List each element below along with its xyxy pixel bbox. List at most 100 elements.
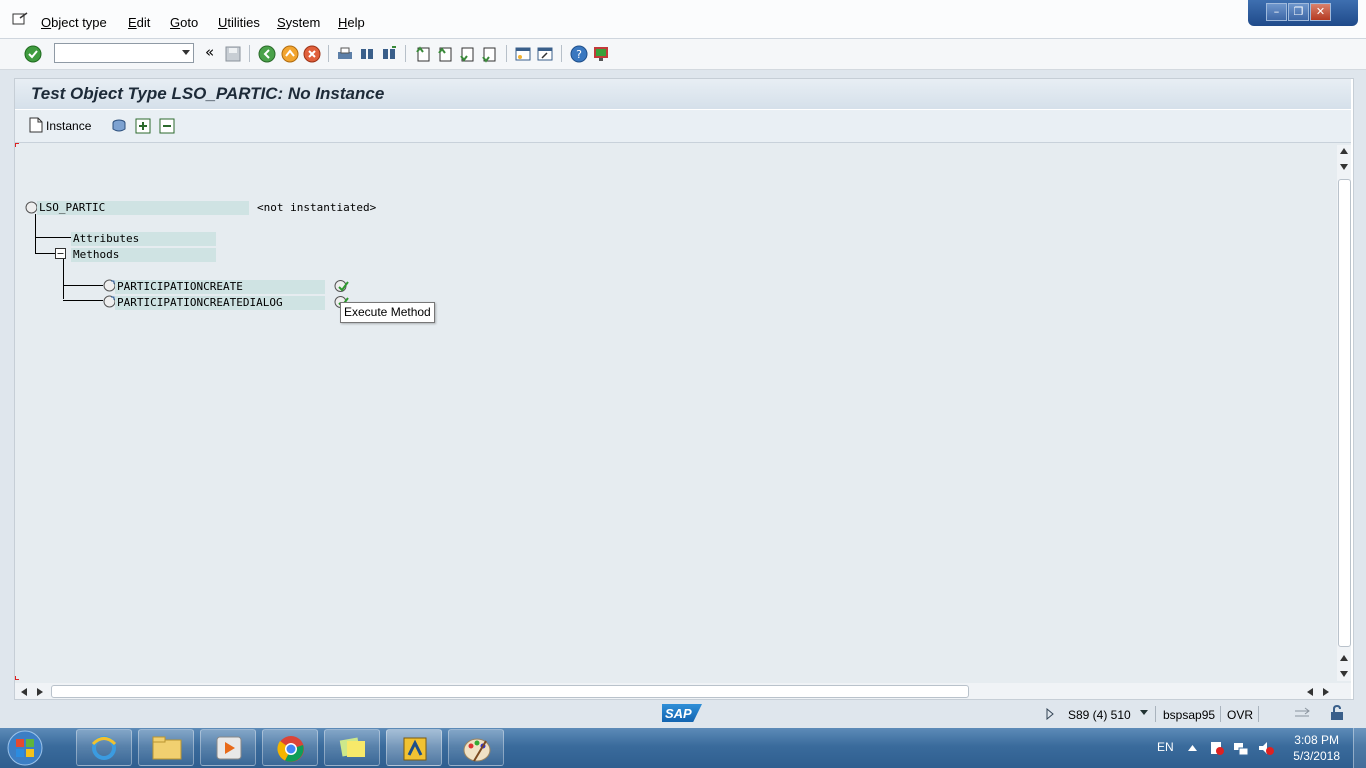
menu-icon[interactable]	[12, 12, 28, 26]
corner-mark	[15, 143, 16, 147]
system-clock[interactable]: 3:08 PM 5/3/2018	[1293, 732, 1340, 764]
restore-button[interactable]: ❐	[1288, 3, 1309, 21]
status-bar: SAP S89 (4) 510 bspsap95 OVR	[0, 700, 1366, 728]
next-page-icon[interactable]	[458, 45, 476, 63]
toolbar-separator	[506, 45, 507, 62]
transfer-icon	[1295, 707, 1310, 717]
last-page-icon[interactable]	[480, 45, 498, 63]
scroll-left-icon[interactable]	[21, 688, 27, 696]
show-desktop-button[interactable]	[1353, 728, 1366, 768]
enter-check-icon[interactable]	[24, 45, 42, 63]
volume-icon[interactable]	[1258, 740, 1274, 756]
taskbar-sticky-notes[interactable]	[324, 729, 380, 766]
taskbar-media-player[interactable]	[200, 729, 256, 766]
show-hidden-icons[interactable]	[1188, 745, 1197, 751]
help-icon[interactable]: ?	[570, 45, 588, 63]
print-icon[interactable]	[336, 45, 354, 63]
network-icon[interactable]	[1233, 740, 1249, 756]
chevron-down-icon[interactable]	[182, 50, 190, 55]
command-field[interactable]	[54, 43, 194, 63]
scroll-right-icon[interactable]	[1323, 688, 1329, 696]
exit-icon[interactable]	[281, 45, 299, 63]
tree-line	[35, 253, 55, 254]
window-controls: – ❐ ✕	[1248, 0, 1358, 26]
scroll-up-icon[interactable]	[1340, 655, 1348, 661]
tree-workarea: LSO_PARTIC <not instantiated> Attributes…	[15, 143, 1351, 683]
document-icon	[29, 117, 43, 133]
sap-logon-icon	[403, 737, 427, 761]
folder-collapse-icon[interactable]	[55, 248, 66, 259]
toolbar-separator	[328, 45, 329, 62]
windows-start-icon[interactable]	[5, 729, 45, 767]
cancel-icon[interactable]	[303, 45, 321, 63]
instance-button-label: Instance	[46, 119, 92, 133]
insert-mode[interactable]: OVR	[1227, 708, 1253, 722]
customize-layout-icon[interactable]	[592, 45, 610, 63]
database-icon[interactable]	[111, 118, 127, 134]
back-arrows-icon[interactable]: «	[205, 43, 214, 61]
menu-object-type[interactable]: Object type	[41, 15, 107, 30]
taskbar-paint[interactable]	[448, 729, 504, 766]
scroll-down-icon[interactable]	[1340, 671, 1348, 677]
menu-system[interactable]: System	[277, 15, 320, 30]
scroll-left-icon[interactable]	[1307, 688, 1313, 696]
taskbar-explorer[interactable]	[138, 729, 194, 766]
horizontal-scroll-thumb[interactable]	[51, 685, 969, 698]
chevron-down-icon[interactable]	[1140, 710, 1148, 715]
close-button[interactable]: ✕	[1310, 3, 1331, 21]
sap-logo-text: SAP	[665, 706, 692, 721]
taskbar-chrome[interactable]	[262, 729, 318, 766]
taskbar-sap-logon[interactable]	[386, 729, 442, 766]
toolbar-separator	[405, 45, 406, 62]
menu-utilities[interactable]: Utilities	[218, 15, 260, 30]
application-toolbar: Instance	[15, 110, 1351, 143]
scroll-up-icon[interactable]	[1340, 148, 1348, 154]
execute-method-tooltip: Execute Method	[340, 302, 435, 323]
toolbar-separator	[561, 45, 562, 62]
back-icon[interactable]	[258, 45, 276, 63]
status-expand-icon[interactable]	[1046, 708, 1054, 720]
save-icon[interactable]	[224, 45, 242, 63]
taskbar-ie[interactable]	[76, 729, 132, 766]
tree-line	[35, 214, 36, 254]
action-center-icon[interactable]	[1208, 740, 1224, 756]
new-session-icon[interactable]	[514, 45, 532, 63]
root-node-label[interactable]: LSO_PARTIC	[39, 201, 105, 214]
collapse-all-icon[interactable]	[159, 118, 175, 134]
method-node-label[interactable]: PARTICIPATIONCREATE	[117, 280, 243, 293]
expand-all-icon[interactable]	[135, 118, 151, 134]
minimize-button[interactable]: –	[1266, 3, 1287, 21]
previous-page-icon[interactable]	[436, 45, 454, 63]
vertical-scrollbar[interactable]	[1337, 145, 1351, 681]
scroll-right-icon[interactable]	[37, 688, 43, 696]
tree-line	[63, 285, 103, 286]
menu-edit[interactable]: Edit	[128, 15, 150, 30]
menu-bar: Object type Edit Goto Utilities System H…	[0, 0, 1366, 39]
standard-toolbar: « ?	[0, 39, 1366, 70]
vertical-scroll-thumb[interactable]	[1338, 179, 1351, 647]
scroll-up-icon[interactable]	[1340, 164, 1348, 170]
find-next-icon[interactable]	[380, 45, 398, 63]
shortcut-icon[interactable]	[536, 45, 554, 63]
language-indicator[interactable]: EN	[1157, 740, 1174, 754]
menu-goto[interactable]: Goto	[170, 15, 198, 30]
server-name: bspsap95	[1163, 708, 1216, 722]
attributes-node-label[interactable]: Attributes	[73, 232, 139, 245]
menu-help[interactable]: Help	[338, 15, 365, 30]
status-separator	[1220, 706, 1221, 722]
method-node-label[interactable]: PARTICIPATIONCREATEDIALOG	[117, 296, 283, 309]
chrome-icon	[277, 736, 304, 762]
svg-text:?: ?	[576, 48, 582, 61]
methods-node-label[interactable]: Methods	[73, 248, 119, 261]
session-info: S89 (4) 510	[1068, 708, 1131, 722]
title-bar: Test Object Type LSO_PARTIC: No Instance	[15, 79, 1351, 109]
status-separator	[1258, 706, 1259, 722]
horizontal-scrollbar[interactable]	[15, 683, 1351, 699]
sticky-notes-icon	[339, 737, 365, 757]
toolbar-separator	[249, 45, 250, 62]
first-page-icon[interactable]	[414, 45, 432, 63]
find-icon[interactable]	[358, 45, 376, 63]
execute-method-icon[interactable]	[334, 279, 350, 294]
tree-line	[63, 259, 64, 299]
lock-icon[interactable]	[1330, 705, 1344, 721]
